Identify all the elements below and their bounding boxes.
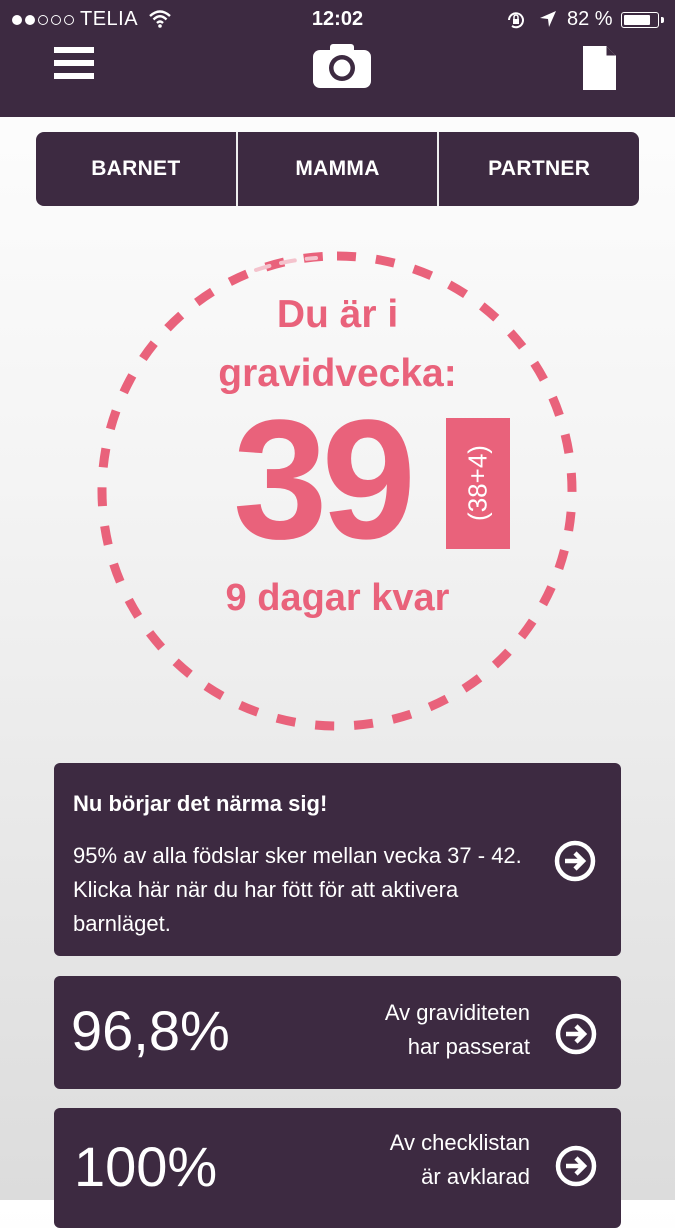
checklist-label-line2: är avklarad bbox=[421, 1164, 530, 1189]
pregnancy-progress-card[interactable]: 96,8% Av graviditeten har passerat bbox=[54, 976, 621, 1089]
arrow-right-circle-icon[interactable] bbox=[555, 1013, 597, 1055]
pregnancy-percentage: 96,8% bbox=[71, 999, 230, 1062]
arrow-right-circle-icon[interactable] bbox=[555, 1145, 597, 1187]
checklist-label: Av checklistan är avklarad bbox=[390, 1126, 530, 1194]
checklist-percentage: 100% bbox=[74, 1135, 218, 1198]
current-week-number: 39 bbox=[233, 385, 416, 575]
checklist-label-line1: Av checklistan bbox=[389, 1130, 530, 1155]
exact-week-badge: (38+4) bbox=[446, 418, 510, 549]
week-intro-line1: Du är i bbox=[276, 293, 399, 336]
card-title: Nu börjar det närma sig! bbox=[73, 791, 328, 816]
arrow-right-circle-icon[interactable] bbox=[554, 840, 596, 882]
pregnancy-label-line2: har passerat bbox=[407, 1034, 530, 1059]
birth-info-card[interactable]: Nu börjar det närma sig! 95% av alla föd… bbox=[54, 763, 621, 956]
pregnancy-label: Av graviditeten har passerat bbox=[385, 996, 530, 1064]
checklist-progress-card[interactable]: 100% Av checklistan är avklarad bbox=[54, 1108, 621, 1228]
pregnancy-label-line1: Av graviditeten bbox=[384, 1000, 530, 1025]
card-body: 95% av alla födslar sker mellan vecka 37… bbox=[73, 843, 522, 936]
exact-week-text: (38+4) bbox=[462, 445, 493, 521]
days-remaining: 9 dagar kvar bbox=[225, 577, 450, 619]
